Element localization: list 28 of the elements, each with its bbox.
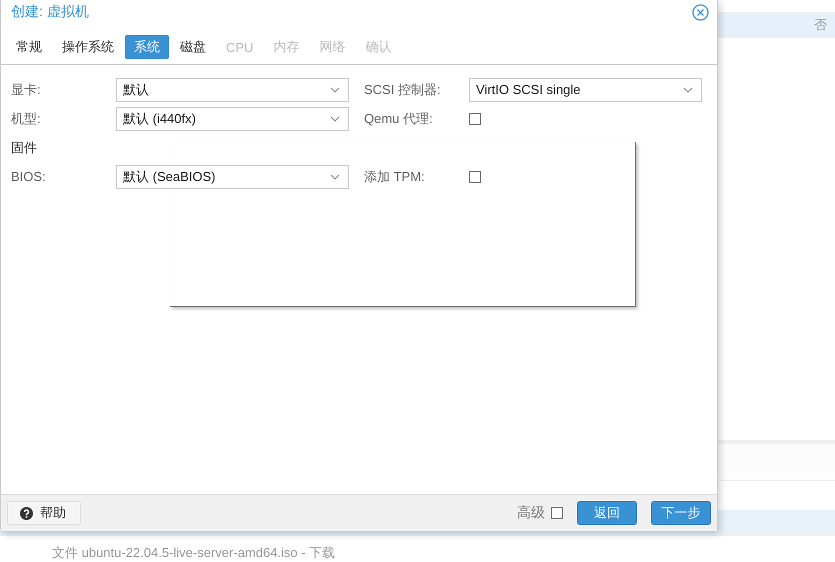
caret-icon <box>683 86 693 92</box>
table-cell: 否 <box>814 16 827 34</box>
dropdown-field[interactable]: 默认 <box>116 78 349 102</box>
advanced-checkbox[interactable] <box>551 507 563 519</box>
dropdown-field[interactable]: VirtIO SCSI single <box>469 78 702 102</box>
task-caption: 文件 ubuntu-22.04.5-live-server-amd64.iso - 下载 <box>52 544 336 562</box>
help-button[interactable]: 帮助 <box>7 501 81 525</box>
caret-icon <box>330 174 340 180</box>
tab[interactable]: 磁盘 <box>171 35 215 59</box>
help-icon <box>20 506 33 520</box>
window-title: 创建: 虚拟机 <box>11 3 89 21</box>
section-heading: 固件 <box>11 138 37 156</box>
tab[interactable]: 常规 <box>7 35 51 59</box>
caret-icon <box>330 116 340 122</box>
checkbox[interactable] <box>469 170 481 182</box>
field-label: 机型: <box>11 110 42 128</box>
field-label: Qemu 代理: <box>364 110 434 128</box>
field-label: 显卡: <box>11 80 42 98</box>
close-icon[interactable] <box>692 4 709 20</box>
dropdown-field[interactable]: 默认 (SeaBIOS) <box>116 164 349 188</box>
advanced-label: 高级 <box>517 504 545 522</box>
field-label: 添加 TPM: <box>364 168 426 186</box>
field-label: SCSI 控制器: <box>364 80 442 98</box>
caret-icon <box>330 86 340 92</box>
checkbox[interactable] <box>469 112 481 124</box>
tab[interactable]: 操作系统 <box>53 35 123 59</box>
dropdown-field[interactable]: 默认 (i440fx) <box>116 106 349 130</box>
field-label: BIOS: <box>11 169 47 184</box>
